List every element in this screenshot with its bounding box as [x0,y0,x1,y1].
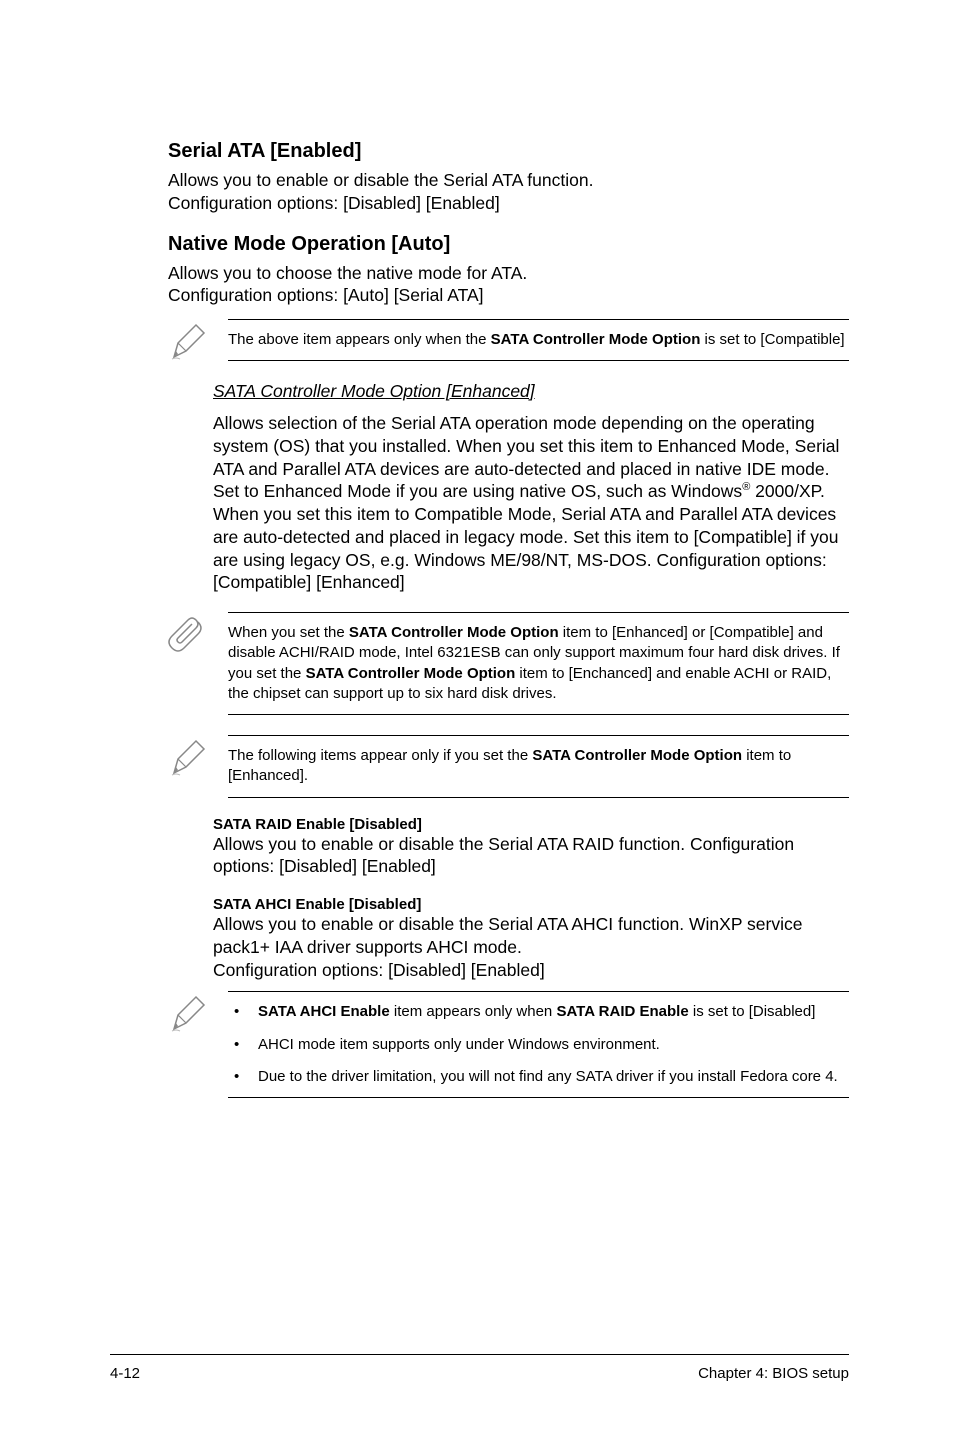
note4-bullet-1: SATA AHCI Enable item appears only when … [228,1002,849,1022]
heading-sata-ahci: SATA AHCI Enable [Disabled] [213,896,849,913]
pencil-icon [168,319,228,363]
note2-bold1: SATA Controller Mode Option [349,624,559,641]
note-text-post: is set to [Compatible] [700,331,844,348]
body-sata-ahci: Allows you to enable or disable the Seri… [213,913,849,981]
body-native-mode: Allows you to choose the native mode for… [168,262,849,308]
note-drive-support: When you set the SATA Controller Mode Op… [168,612,849,715]
pencil-icon [168,735,228,779]
heading-serial-ata: Serial ATA [Enabled] [168,140,849,163]
paperclip-icon [168,612,228,656]
body-serial-ata: Allows you to enable or disable the Seri… [168,169,849,215]
note4-b1-mid: item appears only when [390,1003,557,1020]
note4-b1-bold2: SATA RAID Enable [556,1003,688,1020]
note4-bullet-2: AHCI mode item supports only under Windo… [228,1035,849,1055]
note3-bold: SATA Controller Mode Option [532,747,742,764]
pencil-icon [168,991,228,1035]
note4-b1-post: is set to [Disabled] [689,1003,816,1020]
page-number: 4-12 [110,1365,140,1382]
heading-sata-raid: SATA RAID Enable [Disabled] [213,816,849,833]
note4-bullet-3: Due to the driver limitation, you will n… [228,1067,849,1087]
note-compatible-requirement: The above item appears only when the SAT… [168,319,849,363]
note-text: The above item appears only when the [228,331,491,348]
body-sata-raid: Allows you to enable or disable the Seri… [213,833,849,879]
note2-pre: When you set the [228,624,349,641]
note4-b1-bold1: SATA AHCI Enable [258,1003,390,1020]
note-ahci-details: SATA AHCI Enable item appears only when … [168,991,849,1098]
heading-native-mode: Native Mode Operation [Auto] [168,233,849,256]
note3-pre: The following items appear only if you s… [228,747,532,764]
note-enhanced-requirement: The following items appear only if you s… [168,735,849,798]
page-footer: 4-12 Chapter 4: BIOS setup [110,1354,849,1382]
note2-bold2: SATA Controller Mode Option [306,665,516,682]
chapter-label: Chapter 4: BIOS setup [698,1365,849,1382]
body-sata-controller: Allows selection of the Serial ATA opera… [213,412,849,594]
note-bold: SATA Controller Mode Option [491,331,701,348]
subheading-sata-controller: SATA Controller Mode Option [Enhanced] [213,381,849,402]
